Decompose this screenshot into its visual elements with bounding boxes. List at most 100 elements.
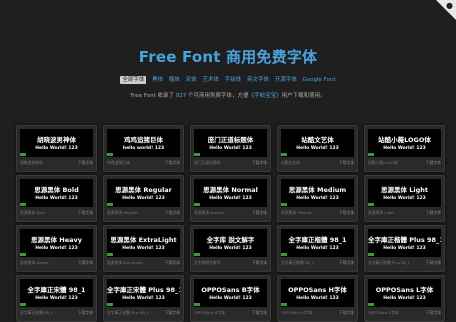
category-art[interactable]: 艺术体 bbox=[202, 77, 219, 83]
font-card[interactable]: 思源黑体 Heavy Hello World! 123 思源黑体 Heavy 下载字体 bbox=[16, 225, 97, 272]
download-link[interactable]: 下载字体 bbox=[426, 160, 441, 166]
desc-link[interactable]: 《字帖宝宝》 bbox=[249, 93, 282, 99]
download-link[interactable]: 下载字体 bbox=[339, 310, 354, 316]
font-name: 全字库說文解字 bbox=[194, 260, 221, 265]
font-card[interactable]: 思源黑体 Medium Hello World! 123 思源黑体 Medium 下载… bbox=[277, 175, 358, 222]
font-preview[interactable]: 思源黑体 Normal Hello World! 123 bbox=[194, 179, 267, 207]
font-preview[interactable]: OPPOSans B字体 Hello World! 123 bbox=[194, 279, 267, 307]
font-card[interactable]: 鸡鸡追猪巨体 hello world! 123 鸡鸡追猪巨体下载字体 bbox=[103, 125, 184, 172]
download-link[interactable]: 下载字体 bbox=[339, 260, 354, 266]
font-card[interactable]: 思源黑体 Regular Hello World! 123 思源黑体 Regular… bbox=[103, 175, 184, 222]
font-tag-icon bbox=[281, 153, 287, 156]
font-preview[interactable]: 思源黑体 ExtraLight Hello World! 123 bbox=[107, 229, 180, 257]
font-card[interactable]: 全字庫正楷體 98_1 Hello World! 123 全字庫正楷體 98_1 下载… bbox=[277, 225, 358, 272]
download-link[interactable]: 下载字体 bbox=[78, 160, 93, 166]
font-preview[interactable]: 思源黑体 Heavy Hello World! 123 bbox=[20, 229, 93, 257]
font-card[interactable]: 思源黑体 ExtraLight Hello World! 123 思源黑体 Extr… bbox=[103, 225, 184, 272]
card-footer: 全字庫正宋體 98_1 下载字体 bbox=[20, 310, 93, 316]
download-link[interactable]: 下载字体 bbox=[426, 310, 441, 316]
preview-sample: Hello World! 123 bbox=[35, 246, 78, 251]
font-card[interactable]: 全字庫正楷體 Plus 98_1 Hello World! 123 全字庫正楷體 P… bbox=[364, 225, 445, 272]
font-preview[interactable]: 思源黑体 Bold Hello World! 123 bbox=[20, 179, 93, 207]
font-card[interactable]: 站酷文艺体 Hello World! 123 站酷文艺体 下载字体 bbox=[277, 125, 358, 172]
desc-prefix: Free Font 收录了 bbox=[130, 93, 175, 99]
desc-mid: 个可商用免费字体，方便 bbox=[188, 93, 249, 99]
preview-title: OPPOSans L字体 bbox=[375, 286, 434, 294]
font-card[interactable]: 思源黑体 Bold Hello World! 123 思源黑体 Bold 下载字体 bbox=[16, 175, 97, 222]
download-link[interactable]: 下载字体 bbox=[426, 210, 441, 216]
download-link[interactable]: 下载字体 bbox=[78, 310, 93, 316]
font-preview[interactable]: 思源黑体 Light Hello World! 123 bbox=[368, 179, 441, 207]
font-preview[interactable]: 全字庫正楷體 98_1 Hello World! 123 bbox=[281, 229, 354, 257]
font-preview[interactable]: 站酷文艺体 Hello World! 123 bbox=[281, 129, 354, 157]
download-link[interactable]: 下载字体 bbox=[165, 260, 180, 266]
category-nav: 全部字体 黑体 楷体 宋体 艺术体 手绘体 英文字体 开源字体 Google F… bbox=[0, 75, 456, 84]
preview-title: 全字庫正楷體 Plus 98_1 bbox=[368, 236, 441, 244]
font-preview[interactable]: OPPOSans L字体 Hello World! 123 bbox=[368, 279, 441, 307]
font-card[interactable]: 全字庫正宋體 98_1 Hello World! 123 全字庫正宋體 98_1 下载… bbox=[16, 275, 97, 322]
font-preview[interactable]: 全字库 說文解字 Hello World! 123 bbox=[194, 229, 267, 257]
category-opensource[interactable]: 开源字体 bbox=[275, 77, 297, 83]
card-footer: 思源黑体 Normal 下载字体 bbox=[194, 210, 267, 216]
category-english[interactable]: 英文字体 bbox=[247, 77, 269, 83]
font-preview[interactable]: 全字庫正楷體 Plus 98_1 Hello World! 123 bbox=[368, 229, 441, 257]
font-preview[interactable]: 思源黑体 Regular Hello World! 123 bbox=[107, 179, 180, 207]
font-card[interactable]: 胡晓波男神体 Hello World! 123 胡晓波男神体 下载字体 bbox=[16, 125, 97, 172]
card-footer: 思源黑体 Regular 下载字体 bbox=[107, 210, 180, 216]
font-card[interactable]: 思源黑体 Normal Hello World! 123 思源黑体 Normal 下载… bbox=[190, 175, 271, 222]
download-link[interactable]: 下载字体 bbox=[165, 160, 180, 166]
font-preview[interactable]: 鸡鸡追猪巨体 hello world! 123 bbox=[107, 129, 180, 157]
download-link[interactable]: 下载字体 bbox=[252, 310, 267, 316]
font-preview[interactable]: 站酷小薇LOGO体 Hello World! 123 bbox=[368, 129, 441, 157]
category-all[interactable]: 全部字体 bbox=[120, 76, 147, 84]
font-tag-icon bbox=[281, 253, 287, 256]
font-tag-icon bbox=[107, 303, 113, 306]
category-google[interactable]: Google Font bbox=[303, 77, 336, 83]
font-card[interactable]: 站酷小薇LOGO体 Hello World! 123 站酷小薇LOGO体 下载字体 bbox=[364, 125, 445, 172]
download-link[interactable]: 下载字体 bbox=[426, 260, 441, 266]
github-icon: ● bbox=[446, 1, 453, 10]
download-link[interactable]: 下载字体 bbox=[339, 160, 354, 166]
preview-sample: Hello World! 123 bbox=[122, 196, 165, 201]
category-hand[interactable]: 手绘体 bbox=[225, 77, 242, 83]
category-kai[interactable]: 楷体 bbox=[169, 77, 180, 83]
download-link[interactable]: 下载字体 bbox=[252, 160, 267, 166]
font-tag-icon bbox=[107, 153, 113, 156]
preview-title: 站酷文艺体 bbox=[301, 136, 334, 144]
font-name: 全字庫正宋體 Plus 98_1 bbox=[107, 310, 150, 315]
category-hei[interactable]: 黑体 bbox=[152, 77, 163, 83]
font-name: 站酷文艺体 bbox=[281, 160, 300, 165]
download-link[interactable]: 下载字体 bbox=[78, 260, 93, 266]
download-link[interactable]: 下载字体 bbox=[252, 210, 267, 216]
download-link[interactable]: 下载字体 bbox=[339, 210, 354, 216]
font-card[interactable]: 全字库 說文解字 Hello World! 123 全字库說文解字 下载字体 bbox=[190, 225, 271, 272]
font-preview[interactable]: 全字庫正宋體 98_1 Hello World! 123 bbox=[20, 279, 93, 307]
font-card[interactable]: OPPOSans B字体 Hello World! 123 OPPOSans B字体… bbox=[190, 275, 271, 322]
download-link[interactable]: 下载字体 bbox=[78, 210, 93, 216]
font-tag-icon bbox=[194, 153, 200, 156]
font-preview[interactable]: 思源黑体 Medium Hello World! 123 bbox=[281, 179, 354, 207]
font-card[interactable]: OPPOSans L字体 Hello World! 123 OPPOSans L字体… bbox=[364, 275, 445, 322]
font-tag-icon bbox=[368, 153, 374, 156]
font-card[interactable]: 庞门正道标题体 Hello World! 123 庞门正道标题体 下载字体 bbox=[190, 125, 271, 172]
font-card[interactable]: OPPOSans H字体 Hello World! 123 OPPOSans H字体… bbox=[277, 275, 358, 322]
preview-title: 鸡鸡追猪巨体 bbox=[124, 136, 163, 144]
font-preview[interactable]: 胡晓波男神体 Hello World! 123 bbox=[20, 129, 93, 157]
font-card[interactable]: 全字庫正宋體 Plus 98_1 Hello World! 123 全字庫正宋體 P… bbox=[103, 275, 184, 322]
font-card[interactable]: 思源黑体 Light Hello World! 123 思源黑体 Light 下载字体 bbox=[364, 175, 445, 222]
card-footer: 全字庫正楷體 98_1 下载字体 bbox=[281, 260, 354, 266]
font-tag-icon bbox=[368, 303, 374, 306]
download-link[interactable]: 下载字体 bbox=[252, 260, 267, 266]
font-preview[interactable]: OPPOSans H字体 Hello World! 123 bbox=[281, 279, 354, 307]
card-footer: 思源黑体 Bold 下载字体 bbox=[20, 210, 93, 216]
font-tag-icon bbox=[368, 203, 374, 206]
download-link[interactable]: 下载字体 bbox=[165, 310, 180, 316]
font-preview[interactable]: 全字庫正宋體 Plus 98_1 Hello World! 123 bbox=[107, 279, 180, 307]
category-song[interactable]: 宋体 bbox=[186, 77, 197, 83]
preview-sample: Hello World! 123 bbox=[209, 246, 252, 251]
card-footer: 思源黑体 Light 下载字体 bbox=[368, 210, 441, 216]
download-link[interactable]: 下载字体 bbox=[165, 210, 180, 216]
font-preview[interactable]: 庞门正道标题体 Hello World! 123 bbox=[194, 129, 267, 157]
preview-title: 思源黑体 ExtraLight bbox=[110, 236, 177, 244]
preview-sample: Hello World! 123 bbox=[35, 146, 78, 151]
